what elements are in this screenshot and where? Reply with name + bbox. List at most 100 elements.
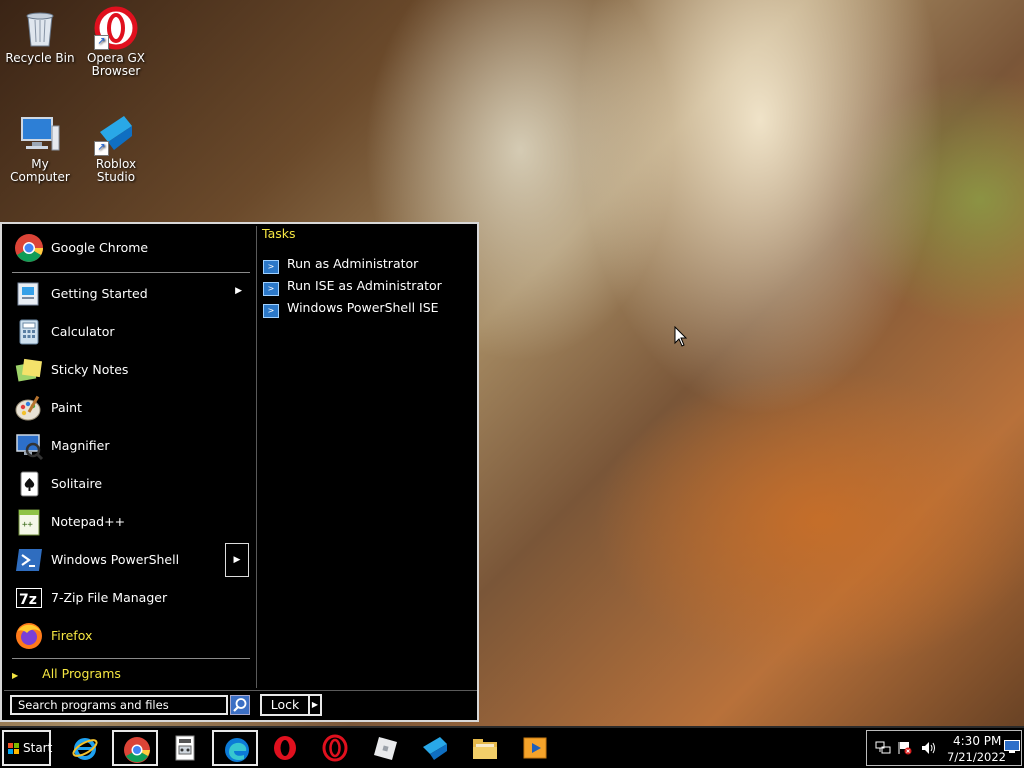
menu-item-label: Calculator: [51, 324, 115, 339]
start-menu-item-google-chrome[interactable]: Google Chrome: [10, 230, 250, 266]
start-menu-item-paint[interactable]: Paint: [10, 390, 250, 426]
opera-gx-icon: ↗: [94, 6, 138, 50]
search-button[interactable]: [230, 695, 250, 715]
jump-list-pane: Tasks > Run as Administrator > Run ISE as …: [256, 226, 479, 688]
taskbar-app-media-player[interactable]: [512, 730, 558, 766]
menu-separator: [12, 272, 250, 273]
taskbar-app-opera[interactable]: [262, 730, 308, 766]
roblox-studio-icon: [423, 737, 447, 760]
calculator-icon: [14, 317, 44, 347]
all-programs-button[interactable]: ▶ All Programs: [12, 666, 121, 681]
start-menu-item-windows-powershell[interactable]: Windows PowerShell: [10, 542, 250, 578]
taskbar-app-roblox-studio[interactable]: [412, 730, 458, 766]
menu-item-label: Getting Started: [51, 286, 148, 301]
clock-time[interactable]: 4:30 PM: [953, 734, 1001, 748]
start-menu-item-magnifier[interactable]: Magnifier: [10, 428, 250, 464]
network-icon[interactable]: [875, 741, 891, 755]
taskbar-app-internet-explorer[interactable]: [62, 730, 108, 766]
desktop-icon-label: My Computer: [10, 157, 70, 184]
system-tray: 4:30 PM 7/21/2022: [866, 730, 1022, 766]
shortcut-arrow-icon: ↗: [94, 35, 109, 50]
svg-text:7z: 7z: [19, 592, 37, 608]
lock-button[interactable]: Lock: [260, 694, 310, 716]
windows-logo-icon: [8, 743, 19, 754]
menu-separator: [12, 658, 250, 659]
submenu-arrow-icon: ▶: [235, 286, 242, 296]
firefox-icon: [14, 621, 44, 651]
desktop-icon-label: Opera GX Browser: [86, 51, 146, 78]
internet-explorer-icon: [72, 738, 98, 760]
start-menu-item-firefox[interactable]: Firefox: [10, 618, 250, 654]
opera-icon: [274, 736, 296, 760]
taskbar-app-google-chrome[interactable]: [112, 730, 158, 766]
all-programs-arrow-icon: ▶: [12, 671, 19, 680]
search-icon: [233, 698, 247, 712]
paint-icon: [14, 393, 44, 423]
desktop-icon-label: Recycle Bin: [5, 51, 75, 65]
menu-item-label: 7-Zip File Manager: [51, 590, 168, 605]
start-menu-item-calculator[interactable]: Calculator: [10, 314, 250, 350]
start-menu-item-getting-started[interactable]: Getting Started ▶: [10, 276, 250, 312]
solitaire-icon: [14, 469, 44, 499]
volume-icon[interactable]: [921, 741, 937, 755]
start-menu: Google Chrome Getting Started ▶ Calculat…: [0, 222, 479, 722]
menu-item-label: Firefox: [51, 628, 93, 643]
menu-item-label: Sticky Notes: [51, 362, 129, 377]
getting-started-icon: [14, 279, 44, 309]
roblox-icon: [374, 737, 397, 760]
start-menu-item-sticky-notes[interactable]: Sticky Notes: [10, 352, 250, 388]
computer-icon: [18, 112, 62, 156]
shortcut-arrow-icon: ↗: [94, 141, 109, 156]
chrome-icon: [124, 737, 150, 763]
taskbar-app-opera-gx[interactable]: [312, 730, 358, 766]
sticky-notes-icon: [14, 355, 44, 385]
menu-item-label: Paint: [51, 400, 82, 415]
power-options-arrow-button[interactable]: ▶: [310, 694, 322, 716]
7zip-icon: 7z: [14, 583, 44, 613]
start-label: Start: [23, 741, 53, 755]
file-explorer-icon: [473, 739, 497, 759]
clock-date[interactable]: 7/21/2022: [947, 750, 1006, 764]
menu-item-label: Notepad++: [51, 514, 126, 529]
start-menu-bottom-row: Search programs and files Lock ▶: [4, 690, 477, 721]
task-label: Run ISE as Administrator: [287, 278, 442, 293]
magnifier-icon: [14, 431, 44, 461]
desktop-icon-roblox-studio[interactable]: ↗ Roblox Studio: [76, 112, 156, 184]
menu-item-label: Google Chrome: [51, 240, 149, 255]
chrome-icon: [14, 233, 44, 263]
mouse-cursor-icon: [674, 326, 688, 347]
media-player-icon: [523, 737, 547, 759]
show-desktop-icon[interactable]: [1004, 740, 1020, 754]
start-menu-item-notepad-plus-plus[interactable]: ++ Notepad++: [10, 504, 250, 540]
menu-item-label: Magnifier: [51, 438, 110, 453]
powershell-icon: [14, 545, 44, 575]
desktop-icon-label: Roblox Studio: [95, 157, 137, 184]
edge-icon: [225, 738, 249, 762]
taskbar-app-control-panel[interactable]: [162, 730, 208, 766]
taskbar-app-microsoft-edge[interactable]: [212, 730, 258, 766]
menu-item-label: Solitaire: [51, 476, 103, 491]
desktop-icon-my-computer[interactable]: My Computer: [0, 112, 80, 184]
powershell-submenu-button[interactable]: ▶: [225, 543, 249, 577]
control-panel-icon: [175, 735, 195, 761]
search-input[interactable]: Search programs and files: [10, 695, 228, 715]
action-center-icon[interactable]: [897, 741, 913, 755]
start-menu-item-solitaire[interactable]: Solitaire: [10, 466, 250, 502]
taskbar: Start 4:30 PM 7/21/2022: [0, 726, 1024, 768]
task-windows-powershell-ise[interactable]: > Windows PowerShell ISE: [263, 300, 439, 318]
start-menu-programs-pane: Google Chrome Getting Started ▶ Calculat…: [4, 226, 253, 688]
notepad-plus-plus-icon: ++: [14, 507, 44, 537]
menu-item-label: Windows PowerShell: [51, 552, 180, 567]
all-programs-label: All Programs: [42, 666, 121, 681]
task-label: Run as Administrator: [287, 256, 419, 271]
task-run-ise-as-administrator[interactable]: > Run ISE as Administrator: [263, 278, 442, 296]
desktop-icon-opera-gx[interactable]: ↗ Opera GX Browser: [76, 6, 156, 78]
taskbar-app-file-explorer[interactable]: [462, 730, 508, 766]
start-menu-item-7zip[interactable]: 7z 7-Zip File Manager: [10, 580, 250, 616]
tasks-heading: Tasks: [262, 226, 296, 241]
start-button[interactable]: Start: [2, 730, 53, 766]
svg-text:++: ++: [22, 520, 33, 530]
task-run-as-administrator[interactable]: > Run as Administrator: [263, 256, 418, 274]
desktop-icon-recycle-bin[interactable]: Recycle Bin: [0, 6, 80, 65]
taskbar-app-roblox[interactable]: [362, 730, 408, 766]
